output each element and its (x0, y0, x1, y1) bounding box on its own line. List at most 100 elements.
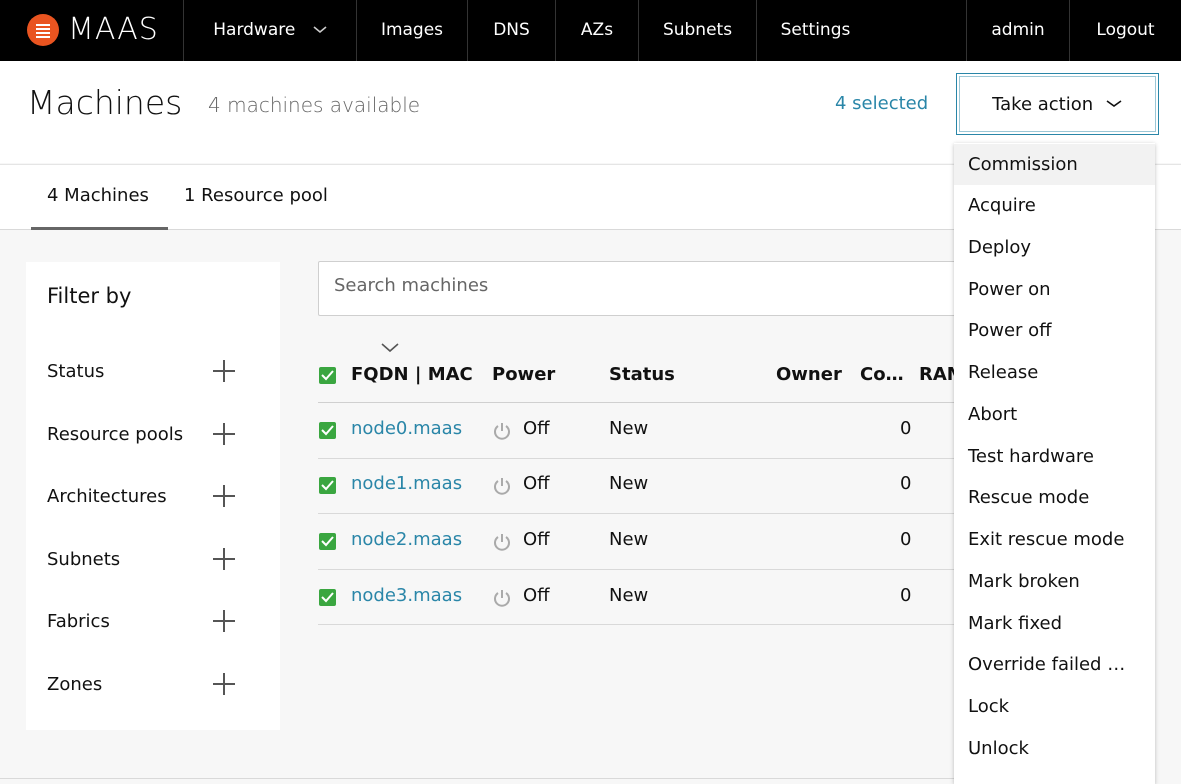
page-title: Machines (27, 83, 183, 122)
power-state: Off (523, 585, 550, 606)
chevron-down-icon (1106, 100, 1122, 107)
table-row: node2.maas Off New 0 (318, 514, 958, 570)
take-action-button[interactable]: Take action (956, 73, 1159, 135)
plus-icon (213, 360, 235, 382)
take-action-inner: Take action (959, 76, 1156, 132)
checkmark-icon (321, 480, 334, 491)
machine-fqdn-link[interactable]: node3.maas (351, 585, 462, 606)
column-header-owner[interactable]: Owner (776, 364, 842, 385)
machine-fqdn-link[interactable]: node2.maas (351, 529, 462, 550)
menu-item-commission[interactable]: Commission (954, 144, 1155, 185)
menu-item-mark-broken[interactable]: Mark broken (954, 561, 1155, 602)
filter-label: Architectures (47, 486, 167, 507)
power-icon (494, 590, 510, 607)
menu-item-override-failed[interactable]: Override failed … (954, 644, 1155, 685)
selected-count-link[interactable]: 4 selected (835, 93, 928, 114)
filter-zones[interactable]: Zones (47, 670, 267, 700)
nav-settings[interactable]: Settings (757, 0, 874, 61)
power-icon (494, 478, 510, 495)
menu-item-test-hardware[interactable]: Test hardware (954, 436, 1155, 477)
machine-fqdn-link[interactable]: node1.maas (351, 473, 462, 494)
take-action-menu: Commission Acquire Deploy Power on Power… (954, 143, 1155, 784)
nav-subnets[interactable]: Subnets (639, 0, 757, 61)
sort-chevron-icon[interactable] (381, 342, 399, 354)
menu-item-power-off[interactable]: Power off (954, 310, 1155, 351)
machine-status: New (609, 585, 649, 606)
filter-subnets[interactable]: Subnets (47, 545, 267, 575)
row-checkbox[interactable] (319, 533, 336, 550)
column-header-power[interactable]: Power (492, 364, 555, 385)
checkmark-icon (321, 536, 334, 547)
machine-status: New (609, 529, 649, 550)
plus-icon (213, 485, 235, 507)
filter-label: Fabrics (47, 611, 110, 632)
filter-panel: Filter by Status Resource pools Architec… (26, 262, 280, 730)
filter-label: Zones (47, 674, 103, 695)
column-header-status[interactable]: Status (609, 364, 675, 385)
menu-item-unlock[interactable]: Unlock (954, 728, 1155, 769)
menu-item-power-on[interactable]: Power on (954, 269, 1155, 310)
cores-count: 0 (900, 473, 912, 494)
checkmark-icon (321, 370, 334, 381)
plus-icon (213, 548, 235, 570)
menu-item-abort[interactable]: Abort (954, 394, 1155, 435)
power-state: Off (523, 418, 550, 439)
maas-logo-icon (27, 14, 59, 46)
filter-architectures[interactable]: Architectures (47, 482, 267, 512)
menu-item-lock[interactable]: Lock (954, 686, 1155, 727)
plus-icon (213, 423, 235, 445)
menu-item-acquire[interactable]: Acquire (954, 185, 1155, 226)
menu-item-deploy[interactable]: Deploy (954, 227, 1155, 268)
filter-label: Resource pools (47, 424, 184, 445)
row-checkbox[interactable] (319, 477, 336, 494)
search-box (318, 261, 978, 316)
nav-hardware-label: Hardware (213, 20, 296, 40)
row-checkbox[interactable] (319, 422, 336, 439)
menu-item-mark-fixed[interactable]: Mark fixed (954, 603, 1155, 644)
menu-item-exit-rescue-mode[interactable]: Exit rescue mode (954, 519, 1155, 560)
checkmark-icon (321, 425, 334, 436)
cores-count: 0 (900, 585, 912, 606)
machines-available-count: 4 machines available (208, 93, 421, 117)
row-checkbox[interactable] (319, 589, 336, 606)
menu-item-release[interactable]: Release (954, 352, 1155, 393)
top-navigation: MAAS Hardware Images DNS AZs Subnets Set… (0, 0, 1181, 61)
machines-table: FQDN | MAC Power Status Owner Co… RAM no… (318, 340, 965, 625)
nav-images[interactable]: Images (357, 0, 468, 61)
cores-count: 0 (900, 529, 912, 550)
menu-item-rescue-mode[interactable]: Rescue mode (954, 477, 1155, 518)
machine-status: New (609, 418, 649, 439)
column-header-fqdn[interactable]: FQDN | MAC (351, 364, 473, 385)
select-all-checkbox[interactable] (319, 367, 336, 384)
brand-logo-link[interactable]: MAAS (0, 0, 184, 61)
tab-machines[interactable]: 4 Machines (31, 165, 168, 230)
search-input[interactable] (334, 275, 934, 296)
power-icon (494, 423, 510, 440)
table-row: node3.maas Off New 0 (318, 569, 958, 625)
filter-resource-pools[interactable]: Resource pools (47, 420, 267, 450)
chevron-down-icon (313, 26, 327, 34)
nav-logout[interactable]: Logout (1070, 0, 1181, 61)
filter-label: Subnets (47, 549, 121, 570)
nav-dns[interactable]: DNS (468, 0, 556, 61)
footer-divider (0, 778, 954, 779)
filter-status[interactable]: Status (47, 357, 267, 387)
machine-status: New (609, 473, 649, 494)
power-icon (494, 534, 510, 551)
brand-name: MAAS (68, 12, 159, 47)
power-state: Off (523, 473, 550, 494)
take-action-label: Take action (992, 94, 1094, 115)
plus-icon (213, 673, 235, 695)
column-header-cores[interactable]: Co… (860, 364, 904, 385)
checkmark-icon (321, 592, 334, 603)
nav-admin[interactable]: admin (966, 0, 1070, 61)
filter-title: Filter by (47, 284, 132, 308)
filter-fabrics[interactable]: Fabrics (47, 607, 267, 637)
machine-fqdn-link[interactable]: node0.maas (351, 418, 462, 439)
nav-hardware[interactable]: Hardware (184, 0, 357, 61)
plus-icon (213, 610, 235, 632)
nav-azs[interactable]: AZs (556, 0, 639, 61)
filter-label: Status (47, 361, 105, 382)
tab-resource-pools[interactable]: 1 Resource pool (184, 165, 344, 230)
cores-count: 0 (900, 418, 912, 439)
